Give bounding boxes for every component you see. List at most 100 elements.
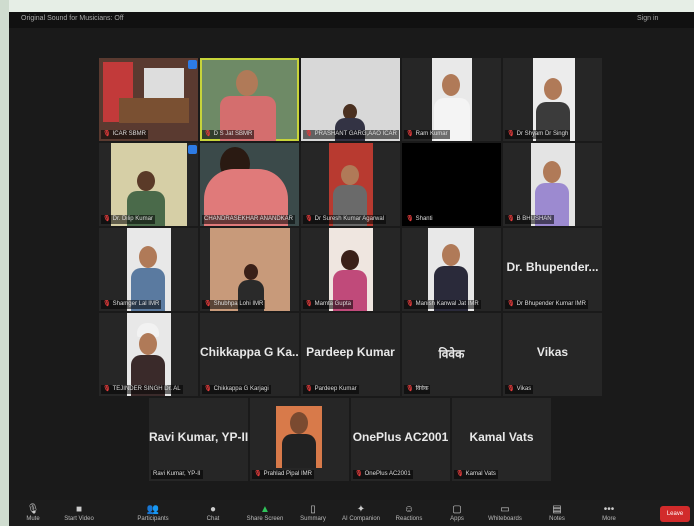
more-button[interactable]: ••• More (585, 500, 633, 526)
participant-name: 🎙 Dr Suresh Kumar Agarwal (303, 215, 386, 224)
mic-muted-icon: 🎙 (305, 386, 313, 392)
video-tile-name-only[interactable]: Dr. Bhupender... 🎙 Dr Bhupender Kumar IMR (503, 228, 602, 311)
zoom-meeting-window: Original Sound for Musicians: Off Sign i… (9, 12, 694, 526)
participant-name: 🎙 Prahlad Pipal IMR (252, 470, 314, 479)
apps-icon: ▢ (452, 504, 462, 515)
participant-name: 🎙 B BHUSHAN (505, 215, 554, 224)
share-screen-icon: ▲ (260, 504, 270, 515)
video-tile[interactable]: 🎙 PRASHANT GARG,AAO ICAR (301, 58, 400, 141)
participant-name: 🎙 Mamta Gupta (303, 300, 353, 309)
participant-name: 🎙 TEJINDER SINGH Dr. AL (101, 385, 183, 394)
leave-button[interactable]: Leave (660, 506, 690, 522)
participant-display-name: Pardeep Kumar (306, 345, 395, 359)
video-tile-name-only[interactable]: विवेक 🎙 विवेक (402, 313, 501, 396)
video-tile[interactable]: 🎙 Dr Suresh Kumar Agarwal (301, 143, 400, 226)
mic-muted-icon: 🎙 (406, 131, 414, 137)
ai-companion-icon: ✦ (356, 504, 366, 515)
video-tile-name-only[interactable]: Vikas 🎙 Vikas (503, 313, 602, 396)
video-tile[interactable]: 🎙 Shanti (402, 143, 501, 226)
video-tile[interactable]: 🎙 Manish Kanwal Jat IMR (402, 228, 501, 311)
video-tile-name-only[interactable]: Ravi Kumar, YP-II Ravi Kumar, YP-II (149, 398, 248, 481)
summary-icon: ▯ (310, 504, 316, 515)
participant-name: Ravi Kumar, YP-II (151, 470, 203, 479)
participant-display-name: विवेक (438, 347, 465, 361)
original-sound-label[interactable]: Original Sound for Musicians: Off (21, 15, 124, 22)
participant-name: 🎙 Ram Kumar (404, 130, 450, 139)
mic-muted-icon: 🎙 (305, 216, 313, 222)
mic-muted-icon: 🎙 (507, 216, 515, 222)
participant-name: 🎙 Dr Shyam Dr Singh (505, 130, 571, 139)
video-tile-name-only[interactable]: Chikkappa G Ka... 🎙 Chikkappa G Karjagi (200, 313, 299, 396)
video-tile[interactable]: 🎙 Dr. Dilip Kumar (99, 143, 198, 226)
participant-name: 🎙 OnePlus AC2001 (353, 470, 413, 479)
notes-button[interactable]: ▤ Notes (533, 500, 581, 526)
background-margin (0, 0, 9, 526)
participant-name: 🎙 Pardeep Kumar (303, 385, 359, 394)
summary-button[interactable]: ▯ Summary (289, 500, 337, 526)
participant-name: 🎙 PRASHANT GARG,AAO ICAR (303, 130, 399, 139)
video-tile-name-only[interactable]: Pardeep Kumar 🎙 Pardeep Kumar (301, 313, 400, 396)
participant-name: 🎙 Vikas (505, 385, 534, 394)
start-video-button[interactable]: ■ Start Video (55, 500, 103, 526)
reactions-icon: ☺ (403, 504, 415, 515)
pinned-icon (188, 145, 197, 154)
video-tile[interactable]: 🎙 ICAR SBMR (99, 58, 198, 141)
video-tile-name-only[interactable]: Kamal Vats 🎙 Kamal Vats (452, 398, 551, 481)
participant-name: 🎙 Shubhpa Lohi IMR (202, 300, 266, 309)
more-icon: ••• (603, 504, 615, 515)
participant-name: 🎙 Chikkappa G Karjagi (202, 385, 271, 394)
participant-name: CHANDRASEKHAR ANANDKAR (202, 215, 296, 224)
reactions-button[interactable]: ☺ Reactions (385, 500, 433, 526)
mic-muted-icon: 🎙 (103, 131, 111, 137)
participant-display-name: OnePlus AC2001 (352, 430, 449, 444)
participant-display-name: Vikas (536, 345, 569, 359)
participant-display-name: Kamal Vats (469, 430, 534, 444)
mic-muted-icon: 🎙 (305, 301, 313, 307)
participant-name: 🎙 Dr. Dilip Kumar (101, 215, 155, 224)
video-tile[interactable]: 🎙 Mamta Gupta (301, 228, 400, 311)
chat-icon: ● (209, 504, 217, 515)
share-screen-button[interactable]: ▲ Share Screen (241, 500, 289, 526)
mic-muted-icon: 🎙 (406, 386, 414, 392)
meeting-toolbar: 🎙 Mute ■ Start Video 👥 Participants ● Chat ▲… (9, 500, 694, 526)
video-tile[interactable]: 🎙 Dr Shyam Dr Singh (503, 58, 602, 141)
participants-button[interactable]: 👥 Participants (129, 500, 177, 526)
video-tile[interactable]: 🎙 B BHUSHAN (503, 143, 602, 226)
mic-muted-icon: 🎙 (254, 471, 262, 477)
chat-button[interactable]: ● Chat (189, 500, 237, 526)
microphone-icon: 🎙 (26, 504, 40, 515)
sign-in-link[interactable]: Sign in (637, 15, 658, 22)
video-tile-active-speaker[interactable]: 🎙 D S Jat SBMR (200, 58, 299, 141)
participant-name: 🎙 Shanti (404, 215, 435, 224)
participant-name: 🎙 D S Jat SBMR (202, 130, 255, 139)
mic-muted-icon: 🎙 (204, 386, 212, 392)
video-tile[interactable]: CHANDRASEKHAR ANANDKAR (200, 143, 299, 226)
mute-button[interactable]: 🎙 Mute (9, 500, 57, 526)
participant-name: 🎙 Manish Kanwal Jat IMR (404, 300, 481, 309)
video-tile[interactable]: 🎙 Shamger Lal IMR (99, 228, 198, 311)
video-tile[interactable]: 🎙 TEJINDER SINGH Dr. AL (99, 313, 198, 396)
video-tile-name-only[interactable]: OnePlus AC2001 🎙 OnePlus AC2001 (351, 398, 450, 481)
mic-muted-icon: 🎙 (103, 386, 111, 392)
mic-muted-icon: 🎙 (507, 301, 515, 307)
participant-name: 🎙 विवेक (404, 385, 431, 394)
participant-name: 🎙 Shamger Lal IMR (101, 300, 162, 309)
notes-icon: ▤ (552, 504, 562, 515)
video-tile[interactable]: 🎙 Ram Kumar (402, 58, 501, 141)
mic-muted-icon: 🎙 (507, 131, 515, 137)
participants-icon: 👥 (146, 504, 160, 515)
participant-name: 🎙 Kamal Vats (454, 470, 498, 479)
ai-companion-button[interactable]: ✦ AI Companion (337, 500, 385, 526)
whiteboards-button[interactable]: ▭ Whiteboards (481, 500, 529, 526)
mic-muted-icon: 🎙 (103, 301, 111, 307)
apps-button[interactable]: ▢ Apps (433, 500, 481, 526)
mic-muted-icon: 🎙 (355, 471, 363, 477)
mic-muted-icon: 🎙 (406, 216, 414, 222)
mic-muted-icon: 🎙 (507, 386, 515, 392)
participant-display-name: Ravi Kumar, YP-II (149, 430, 248, 444)
mic-muted-icon: 🎙 (406, 301, 414, 307)
video-tile[interactable]: 🎙 Prahlad Pipal IMR (250, 398, 349, 481)
video-tile[interactable]: 🎙 Shubhpa Lohi IMR (200, 228, 299, 311)
participant-display-name: Dr. Bhupender... (506, 260, 599, 274)
video-camera-icon: ■ (75, 504, 83, 515)
